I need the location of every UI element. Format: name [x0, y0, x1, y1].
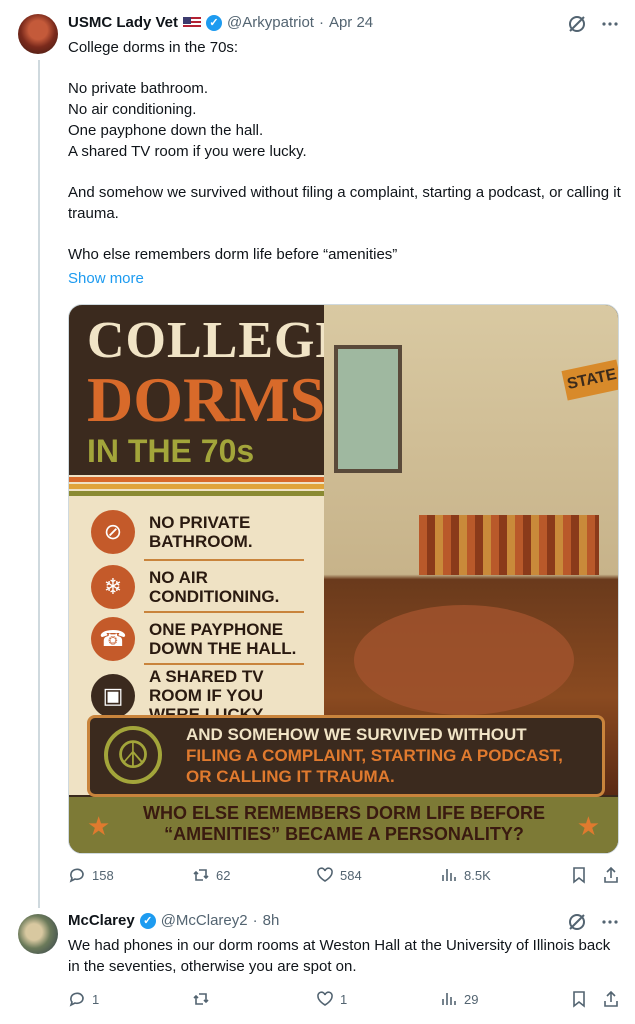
views-button[interactable]: 8.5K: [440, 866, 570, 884]
avatar[interactable]: [18, 14, 58, 54]
more-options-icon[interactable]: [601, 15, 619, 33]
tweet-top-actions: [567, 14, 619, 34]
star-icon: ★: [87, 811, 111, 841]
heart-icon: [317, 991, 333, 1006]
reply-header: McClarey ✓ @McClarey2 · 8h: [68, 912, 279, 929]
reply-text: We had phones in our dorm rooms at Westo…: [68, 937, 611, 975]
reply-author-name[interactable]: McClarey: [68, 912, 135, 929]
footer-line: WHO ELSE REMEMBERS DORM LIFE BEFORE: [142, 803, 545, 823]
views-count: 29: [464, 991, 479, 1007]
survived-line: OR CALLING IT TRAUMA.: [186, 767, 395, 786]
views-chart-icon: [442, 993, 456, 1005]
dot-separator: ·: [252, 912, 258, 929]
payphone-icon: ☎: [91, 617, 135, 661]
views-button[interactable]: 29: [440, 990, 570, 1008]
survived-banner: ☮ AND SOMEHOW WE SURVIVED WITHOUT FILING…: [87, 715, 605, 797]
repost-icon: [193, 869, 209, 881]
like-button[interactable]: 584: [316, 866, 440, 884]
repost-count: 62: [216, 867, 231, 883]
repost-icon: [193, 993, 209, 1005]
poster-item: ❄ NO AIR CONDITIONING.: [91, 565, 299, 609]
poster-item-text: ONE PAYPHONE DOWN THE HALL.: [149, 620, 297, 658]
poster-item: ☎ ONE PAYPHONE DOWN THE HALL.: [91, 617, 299, 661]
reply-count: 1: [92, 991, 100, 1007]
poster-item: ⊘ NO PRIVATE BATHROOM.: [91, 510, 299, 554]
repost-button[interactable]: [192, 990, 316, 1008]
poster-stripe: [69, 491, 324, 496]
views-chart-icon: [442, 869, 456, 881]
tweet-header: USMC Lady Vet ✓ @Arkypatriot · Apr 24: [68, 14, 373, 31]
tweet-date[interactable]: Apr 24: [329, 14, 373, 31]
poster-title-dorms: DORMS: [87, 364, 326, 435]
poster-footer: ★ WHO ELSE REMEMBERS DORM LIFE BEFORE “A…: [69, 797, 618, 853]
author-name[interactable]: USMC Lady Vet: [68, 14, 178, 31]
reply-date[interactable]: 8h: [263, 912, 280, 929]
poster-footer-text: WHO ELSE REMEMBERS DORM LIFE BEFORE “AME…: [129, 803, 559, 845]
tv-icon: ▣: [91, 673, 135, 718]
us-flag-icon: [183, 16, 202, 29]
footer-line: “AMENITIES” BECAME A PERSONALITY?: [164, 824, 524, 844]
more-options-icon[interactable]: [601, 913, 619, 931]
tweet-text: College dorms in the 70s: No private bat…: [68, 39, 621, 264]
reply-icon: [69, 992, 84, 1007]
heart-icon: [317, 867, 333, 882]
reply-count: 158: [92, 867, 114, 883]
poster-title-block: COLLEGE DORMS IN THE 70s: [69, 305, 350, 475]
author-handle[interactable]: @Arkypatriot: [227, 14, 314, 31]
poster-divider: [144, 559, 304, 561]
survived-line: AND SOMEHOW WE SURVIVED WITHOUT: [186, 725, 527, 744]
share-icon[interactable]: [602, 990, 620, 1008]
poster-stripe: [69, 484, 324, 489]
reply-button[interactable]: 158: [68, 866, 192, 884]
poster-title-70s: IN THE 70s: [87, 433, 255, 469]
avatar[interactable]: [18, 914, 58, 954]
poster-title-college: COLLEGE: [87, 312, 352, 369]
poster-item-text: NO PRIVATE BATHROOM.: [149, 513, 253, 551]
window-illustration: [334, 345, 402, 473]
survived-line: FILING A COMPLAINT, STARTING A PODCAST,: [186, 746, 563, 765]
share-icon[interactable]: [602, 866, 620, 884]
snowflake-icon: ❄: [91, 565, 135, 609]
reply-icon: [69, 868, 84, 883]
state-pennant: STATE: [561, 359, 618, 401]
show-more-link[interactable]: Show more: [68, 270, 144, 287]
reply-actions: 1 1 29: [68, 990, 623, 1008]
reply-extra-actions: [570, 990, 620, 1008]
thread-connector-line: [38, 60, 40, 908]
grok-icon[interactable]: [567, 14, 587, 34]
bed-illustration: [419, 515, 599, 575]
poster-stripe: [69, 477, 324, 482]
bookmark-icon[interactable]: [570, 866, 588, 884]
tweet-extra-actions: [570, 866, 620, 884]
reply-author-handle[interactable]: @McClarey2: [161, 912, 248, 929]
star-icon: ★: [576, 811, 600, 841]
grok-icon[interactable]: [567, 912, 587, 932]
toilet-icon: ⊘: [91, 510, 135, 554]
verified-badge-icon[interactable]: ✓: [206, 14, 223, 31]
verified-badge-icon[interactable]: ✓: [139, 912, 156, 929]
tweet-actions: 158 62 584 8.5K: [68, 866, 623, 884]
like-button[interactable]: 1: [316, 990, 440, 1008]
poster-item-text: NO AIR CONDITIONING.: [149, 568, 280, 606]
peace-sign-icon: ☮: [104, 726, 162, 784]
tweet-image[interactable]: COLLEGE DORMS IN THE 70s ⊘ NO PRIVATE BA…: [68, 304, 619, 854]
dot-separator: ·: [318, 14, 324, 31]
poster-divider: [144, 611, 304, 613]
reply-top-actions: [567, 912, 619, 932]
repost-button[interactable]: 62: [192, 866, 316, 884]
reply-button[interactable]: 1: [68, 990, 192, 1008]
like-count: 584: [340, 867, 362, 883]
bookmark-icon[interactable]: [570, 990, 588, 1008]
like-count: 1: [340, 991, 348, 1007]
rug-illustration: [354, 605, 574, 715]
poster-divider: [144, 663, 304, 665]
survived-text: AND SOMEHOW WE SURVIVED WITHOUT FILING A…: [186, 724, 586, 787]
views-count: 8.5K: [464, 867, 491, 883]
